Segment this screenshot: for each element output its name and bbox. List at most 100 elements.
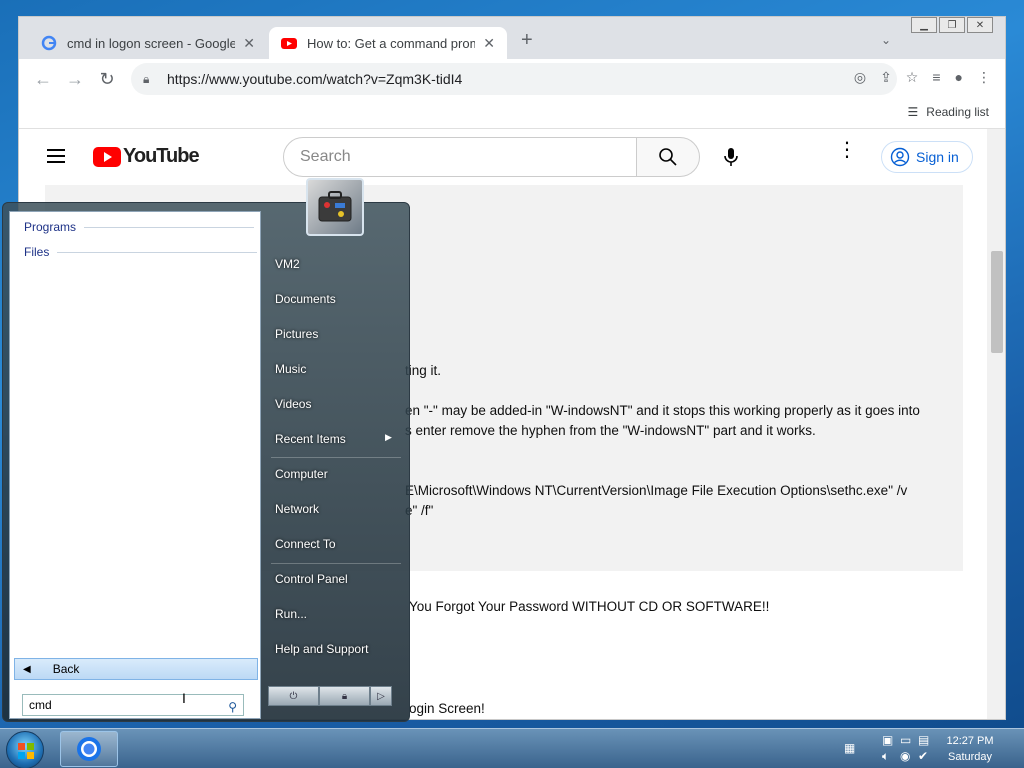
youtube-search-button[interactable]: [636, 137, 700, 177]
start-menu-results-pane: Programs Files ◀ Back cmd ⚲: [9, 211, 261, 719]
start-button[interactable]: [6, 731, 44, 768]
back-triangle-icon: ◀: [23, 663, 31, 675]
media-queue-icon[interactable]: ≡: [932, 69, 940, 86]
submenu-arrow-icon: ▶: [385, 432, 392, 442]
bookmark-star-icon[interactable]: ☆: [906, 69, 919, 86]
sign-in-button[interactable]: Sign in: [881, 141, 973, 173]
reading-list-icon: ☰: [907, 105, 919, 119]
taskbar: ▦ ▣ ▭ ▤ 🔈︎ ◉ ✔ 12:27 PM Saturday: [0, 728, 1024, 768]
start-item-network[interactable]: Network: [275, 502, 319, 516]
start-menu: Programs Files ◀ Back cmd ⚲ VM2 Document…: [2, 202, 410, 722]
maximize-button[interactable]: ❐: [939, 17, 965, 33]
google-icon: [41, 35, 57, 51]
microphone-icon[interactable]: [719, 145, 743, 169]
url-text: https://www.youtube.com/watch?v=Zqm3K-ti…: [167, 71, 463, 87]
display-icon[interactable]: ▤: [918, 733, 929, 747]
eye-off-icon[interactable]: ◎: [854, 69, 866, 86]
back-arrow-icon[interactable]: ←: [31, 67, 55, 91]
power-controls: ⏻ 🔒︎ ▷: [268, 686, 392, 706]
results-category-programs: Programs: [24, 220, 255, 234]
back-button[interactable]: ◀ Back: [14, 658, 258, 680]
reload-icon[interactable]: ↻: [95, 67, 119, 91]
clock-day: Saturday: [947, 751, 993, 763]
tab-google-search[interactable]: cmd in logon screen - Google Se ✕: [29, 27, 267, 59]
back-label: Back: [52, 662, 80, 676]
start-item-vm2[interactable]: VM2: [275, 257, 300, 271]
tray-app-icon[interactable]: ◉: [900, 749, 910, 763]
scrollbar-thumb[interactable]: [991, 251, 1003, 353]
tab-search-chevron-icon[interactable]: ⌄: [881, 33, 891, 47]
suitcase-icon: [318, 191, 352, 222]
results-category-files: Files: [24, 245, 258, 259]
description-line: s enter remove the hyphen from the "W-in…: [405, 423, 816, 438]
lock-button[interactable]: 🔒︎: [319, 686, 370, 706]
account-circle-icon: [890, 147, 910, 167]
youtube-icon: [281, 38, 297, 49]
related-video-title[interactable]: You Forgot Your Password WITHOUT CD OR S…: [409, 599, 769, 614]
bookmarks-bar: ☰ Reading list: [19, 99, 1005, 129]
window-controls: ▁ ❐ ✕: [911, 17, 993, 37]
browser-toolbar: ← → ↻ 🔒︎ https://www.youtube.com/watch?v…: [19, 59, 1005, 99]
tab-strip: cmd in logon screen - Google Se ✕ How to…: [19, 17, 1005, 59]
separator: [271, 457, 401, 458]
text-cursor-icon: I: [182, 690, 186, 706]
start-item-pictures[interactable]: Pictures: [275, 327, 318, 341]
start-item-computer[interactable]: Computer: [275, 467, 328, 481]
reading-list-button[interactable]: ☰ Reading list: [908, 105, 989, 119]
tab-youtube-video[interactable]: How to: Get a command prompt ✕: [269, 27, 507, 59]
taskbar-clock[interactable]: 12:27 PM Saturday: [940, 733, 1000, 765]
toolbar-icons: ◎ ⇪ ☆ ≡ ● ⋮: [854, 69, 991, 86]
tab-title: How to: Get a command prompt: [307, 35, 476, 51]
clock-time: 12:27 PM: [946, 735, 994, 747]
address-bar[interactable]: 🔒︎ https://www.youtube.com/watch?v=Zqm3K…: [131, 63, 897, 95]
chrome-menu-icon[interactable]: ⋮: [977, 69, 991, 86]
volume-icon[interactable]: 🔈︎: [882, 749, 889, 764]
forward-arrow-icon[interactable]: →: [63, 67, 87, 91]
page-scrollbar[interactable]: [987, 129, 1005, 719]
start-item-run[interactable]: Run...: [275, 607, 307, 621]
separator: [271, 563, 401, 564]
search-icon[interactable]: ⚲: [228, 697, 237, 717]
profile-avatar-icon[interactable]: ●: [955, 69, 963, 86]
start-item-control-panel[interactable]: Control Panel: [275, 572, 348, 586]
sign-in-label: Sign in: [916, 149, 959, 165]
search-text: cmd: [29, 698, 52, 712]
youtube-header: YouTube Search ⋮ Sign in: [19, 129, 1005, 185]
lock-icon: 🔒︎: [143, 71, 150, 86]
youtube-play-icon: [93, 146, 121, 167]
youtube-logo[interactable]: YouTube: [93, 145, 200, 168]
new-tab-button[interactable]: +: [521, 29, 533, 52]
related-video-title[interactable]: ogin Screen!: [409, 701, 485, 716]
start-item-videos[interactable]: Videos: [275, 397, 311, 411]
youtube-search-input[interactable]: Search: [283, 137, 637, 177]
start-item-help-and-support[interactable]: Help and Support: [275, 642, 368, 656]
youtube-logo-text: YouTube: [123, 145, 200, 167]
reading-list-label: Reading list: [926, 105, 989, 119]
start-item-documents[interactable]: Documents: [275, 292, 336, 306]
network-icon[interactable]: ▣: [882, 733, 893, 747]
tab-title: cmd in logon screen - Google Se: [67, 35, 236, 51]
minimize-button[interactable]: ▁: [911, 17, 937, 33]
windows-logo-icon: [18, 743, 34, 759]
description-line: en "-" may be added-in "W-indowsNT" and …: [405, 403, 920, 418]
chrome-icon: [77, 737, 101, 761]
description-line: ting it.: [405, 363, 442, 378]
share-icon[interactable]: ⇪: [880, 69, 892, 86]
power-button[interactable]: ⏻: [268, 686, 319, 706]
start-search-input[interactable]: cmd ⚲: [22, 694, 244, 716]
security-check-icon[interactable]: ✔: [918, 749, 928, 763]
taskbar-chrome-button[interactable]: [60, 731, 118, 767]
close-tab-icon[interactable]: ✕: [483, 35, 495, 52]
start-item-connect-to[interactable]: Connect To: [275, 537, 336, 551]
search-icon: [659, 148, 677, 166]
action-center-flag-icon[interactable]: ▭: [900, 733, 911, 747]
hamburger-menu-icon[interactable]: [47, 149, 65, 163]
close-window-button[interactable]: ✕: [967, 17, 993, 33]
start-item-recent-items[interactable]: Recent Items: [275, 432, 346, 446]
start-item-music[interactable]: Music: [275, 362, 306, 376]
keyboard-icon[interactable]: ▦: [844, 741, 855, 755]
shutdown-options-arrow[interactable]: ▷: [370, 686, 392, 706]
settings-kebab-icon[interactable]: ⋮: [837, 140, 857, 160]
close-tab-icon[interactable]: ✕: [243, 35, 255, 52]
user-account-picture[interactable]: [306, 178, 364, 236]
